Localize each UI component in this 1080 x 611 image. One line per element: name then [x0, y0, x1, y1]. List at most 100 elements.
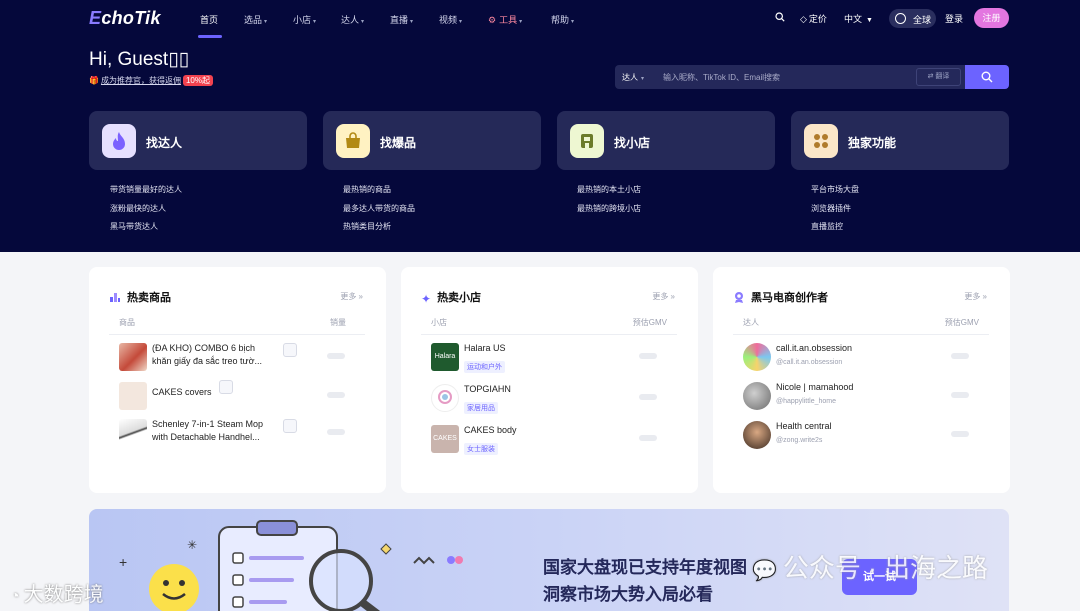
nav-shops[interactable]: 小店 ▾ — [293, 13, 316, 26]
shop-logo — [431, 384, 459, 412]
avatar — [743, 382, 771, 410]
list-item[interactable]: Halara Halara US 运动和户外 — [421, 339, 677, 373]
register-button[interactable]: 注册 — [974, 8, 1009, 28]
more-link[interactable]: 更多 » — [964, 291, 987, 302]
wechat-icon: 💬 — [752, 560, 777, 582]
card-find-products[interactable]: 找爆品 — [323, 111, 541, 170]
panel-dark-horse-creators: 黑马电商创作者 更多 » 达人 预估GMV call.it.an.obsessi… — [713, 267, 1010, 493]
chevron-down-icon: ▾ — [459, 19, 463, 25]
nav-creators[interactable]: 达人 ▾ — [341, 13, 364, 26]
banner-subheadline: 洞察市场大势入局必看 — [543, 585, 713, 604]
language-select[interactable]: 中文 ▼ — [844, 12, 873, 25]
link-best-selling-products[interactable]: 最热销的商品 — [343, 181, 415, 200]
watermark-left: ◔ 大数跨境 — [10, 584, 104, 606]
product-name: (ĐA KHO) COMBO 6 bịch khăn giấy đa sắc t… — [152, 343, 262, 366]
list-item[interactable]: Nicole | mamahood @happylittle_home — [733, 378, 989, 412]
tools-icon: ⚙ — [488, 15, 497, 25]
column-header-product: 商品 — [119, 318, 135, 327]
card-exclusive-features[interactable]: 独家功能 — [791, 111, 1009, 170]
translate-toggle[interactable]: ⇄ 翻译 — [916, 68, 961, 86]
search-type-select[interactable]: 达人 ▾ — [622, 72, 644, 83]
hero-section: EchoTik 首页 选品 ▾ 小店 ▾ 达人 ▾ 直播 ▾ 视频 ▾ ⚙ 工具 ▾ 帮助 ▾ … — [0, 0, 1080, 252]
link-crossborder-shops[interactable]: 最热销的跨境小店 — [577, 200, 641, 219]
flame-icon — [102, 124, 136, 158]
gmv-value-hidden — [639, 394, 657, 400]
link-browser-extension[interactable]: 浏览器插件 — [811, 200, 859, 219]
search-input[interactable] — [663, 71, 908, 84]
link-local-shops[interactable]: 最热销的本土小店 — [577, 181, 641, 200]
creator-handle: @happylittle_home — [776, 398, 837, 405]
table-row[interactable]: CAKES covers — [109, 378, 365, 412]
card-find-creators[interactable]: 找达人 — [89, 111, 307, 170]
nav-pricing[interactable]: ◇ 定价 — [800, 12, 827, 25]
more-link[interactable]: 更多 » — [340, 291, 363, 302]
link-most-promoted-products[interactable]: 最多达人带货的商品 — [343, 200, 415, 219]
gmv-value-hidden — [639, 353, 657, 359]
panel-title: ✦ 热卖小店 — [421, 292, 482, 306]
column-header-shop: 小店 — [431, 318, 447, 327]
panel-hot-shops: ✦ 热卖小店 更多 » 小店 预估GMV Halara Halara US 运动和… — [401, 267, 698, 493]
chevron-down-icon: ▾ — [410, 19, 414, 25]
echotik-logo[interactable]: EchoTik — [89, 8, 161, 29]
more-link[interactable]: 更多 » — [652, 291, 675, 302]
column-header-sales: 销量 — [330, 318, 346, 327]
list-item[interactable]: CAKES CAKES body 女士服装 — [421, 421, 677, 455]
search-icon — [981, 71, 993, 83]
user-badge-icon — [733, 291, 745, 303]
product-name: Schenley 7-in-1 Steam Mop with Detachabl… — [152, 419, 264, 442]
table-row[interactable]: (ĐA KHO) COMBO 6 bịch khăn giấy đa sắc t… — [109, 339, 365, 373]
table-row[interactable]: Schenley 7-in-1 Steam Mop with Detachabl… — [109, 415, 365, 449]
nav-videos[interactable]: 视频 ▾ — [439, 13, 462, 26]
shop-name: Halara US — [464, 343, 506, 353]
nav-home[interactable]: 首页 — [200, 13, 218, 26]
link-live-monitor[interactable]: 直播监控 — [811, 218, 859, 237]
link-category-analysis[interactable]: 热销类目分析 — [343, 218, 415, 237]
nav-live[interactable]: 直播 ▾ — [390, 13, 413, 26]
creator-name: Nicole | mamahood — [776, 382, 854, 392]
search-icon[interactable] — [775, 12, 785, 24]
link-market-overview[interactable]: 平台市场大盘 — [811, 181, 859, 200]
search-bar: 达人▾ ⇄ 翻译 — [615, 65, 965, 89]
login-link[interactable]: 登录 — [945, 12, 963, 25]
category-tag: 运动和户外 — [464, 361, 505, 373]
grid-icon — [804, 124, 838, 158]
link-top-sales-creators[interactable]: 带货销量最好的达人 — [110, 181, 182, 200]
creator-name: call.it.an.obsession — [776, 343, 853, 353]
link-fastest-growing-creators[interactable]: 涨粉最快的达人 — [110, 200, 182, 219]
shop-links: 最热销的本土小店 最热销的跨境小店 — [577, 181, 641, 218]
sales-value-hidden — [327, 429, 345, 435]
nav-tools[interactable]: ⚙ 工具 ▾ — [488, 13, 522, 26]
copy-icon[interactable] — [219, 380, 233, 394]
referral-promo[interactable]: 🎁 成为推荐官，获得返佣 10%起 — [89, 75, 213, 86]
column-header-gmv: 预估GMV — [632, 318, 667, 327]
list-item[interactable]: TOPGIAHN 家居用品 — [421, 380, 677, 414]
chevron-down-icon: ▾ — [641, 76, 645, 82]
product-links: 最热销的商品 最多达人带货的商品 热销类目分析 — [343, 181, 415, 237]
chevron-down-icon: ▾ — [361, 19, 365, 25]
nav-active-indicator — [198, 35, 222, 38]
creator-name: Health central — [776, 421, 832, 431]
divider — [109, 334, 365, 335]
card-find-shops[interactable]: 找小店 — [557, 111, 775, 170]
diamond-icon: ◇ — [800, 14, 807, 24]
list-item[interactable]: call.it.an.obsession @call.it.an.obsessi… — [733, 339, 989, 373]
gmv-value-hidden — [951, 353, 969, 359]
category-tag: 家居用品 — [464, 402, 498, 414]
category-tag: 女士服装 — [464, 443, 498, 455]
nav-products[interactable]: 选品 ▾ — [244, 13, 267, 26]
column-header-gmv: 预估GMV — [944, 318, 979, 327]
copy-icon[interactable] — [283, 343, 297, 357]
star-icon: ✦ — [421, 292, 432, 306]
sales-value-hidden — [327, 392, 345, 398]
copy-icon[interactable] — [283, 419, 297, 433]
banner-illustration: + ✳ — [119, 520, 463, 611]
region-toggle[interactable]: 全球 — [889, 9, 936, 28]
link-dark-horse-creators[interactable]: 黑马带货达人 — [110, 218, 182, 237]
bar-chart-icon — [109, 291, 121, 303]
search-button[interactable] — [965, 65, 1009, 89]
gmv-value-hidden — [639, 435, 657, 441]
product-name: CAKES covers — [152, 387, 212, 397]
nav-help[interactable]: 帮助 ▾ — [551, 13, 574, 26]
list-item[interactable]: Health central @zong.write2s — [733, 417, 989, 451]
shopping-bag-icon — [336, 124, 370, 158]
